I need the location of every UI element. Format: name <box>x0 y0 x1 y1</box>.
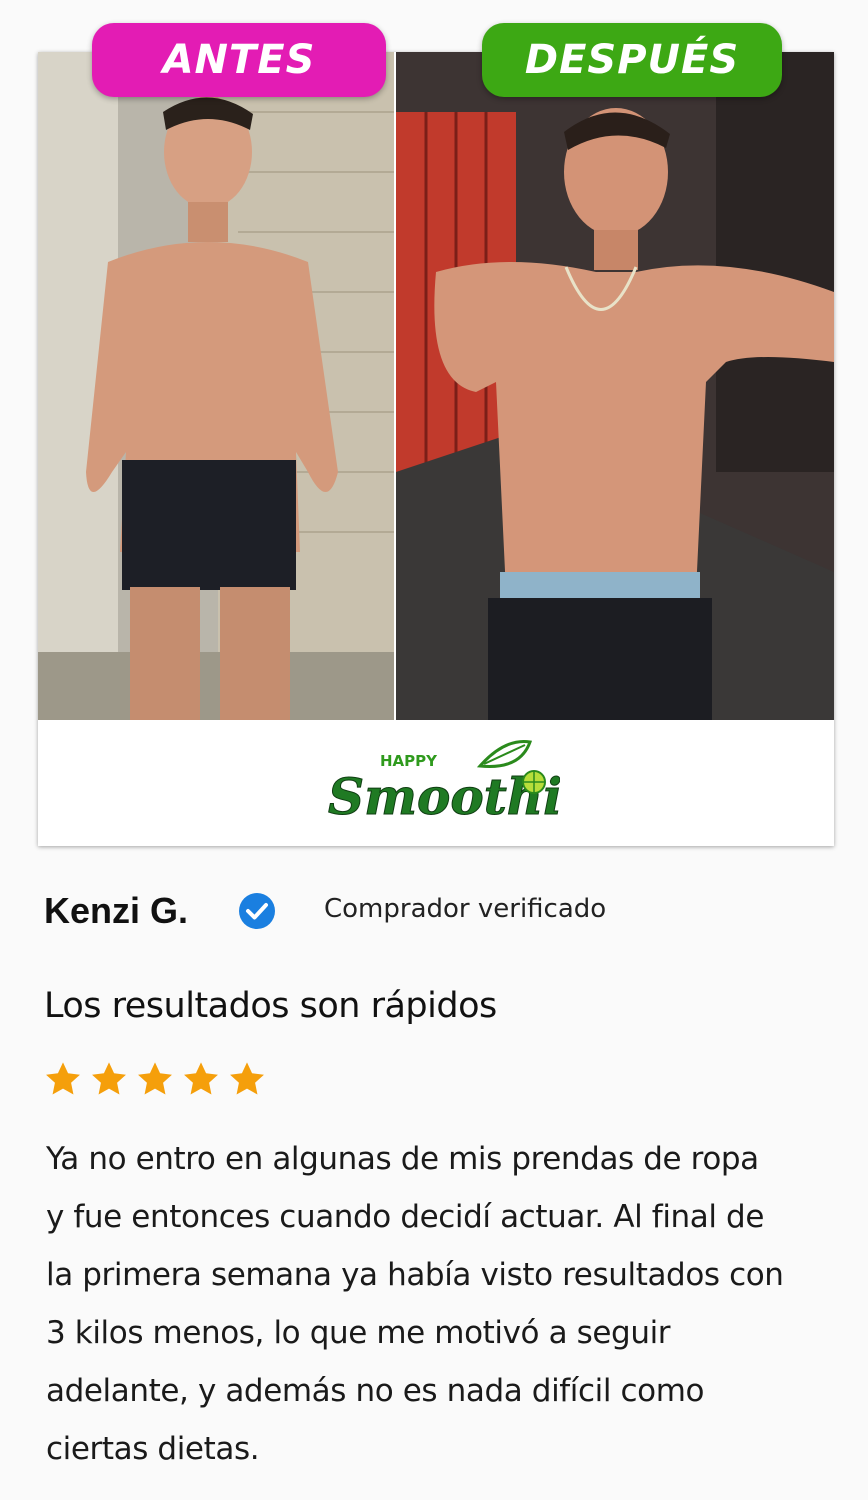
reviewer-name: Kenzi G. <box>44 890 189 931</box>
reviewer-info: Kenzi G. Comprador verificado <box>44 884 606 938</box>
happy-smoothie-logo: HAPPY Smoothie <box>328 740 560 827</box>
star-icon <box>184 1062 218 1095</box>
before-after-card: HAPPY Smoothie <box>38 52 834 846</box>
before-label: ANTES <box>92 23 386 97</box>
review-title: Los resultados son rápidos <box>44 986 497 1026</box>
before-photo <box>38 52 394 720</box>
lime-slice-icon <box>522 770 546 794</box>
leaf-icon <box>476 740 533 768</box>
star-icon <box>138 1062 172 1095</box>
check-badge-icon <box>239 893 275 929</box>
star-rating <box>44 1060 266 1098</box>
star-icon <box>46 1062 80 1095</box>
after-photo <box>396 52 834 720</box>
star-icon <box>92 1062 126 1095</box>
review-body: Ya no entro en algunas de mis prendas de… <box>46 1141 784 1467</box>
verified-buyer-label: Comprador verificado <box>324 894 607 924</box>
after-label: DESPUÉS <box>482 23 782 97</box>
star-icon <box>230 1062 264 1095</box>
